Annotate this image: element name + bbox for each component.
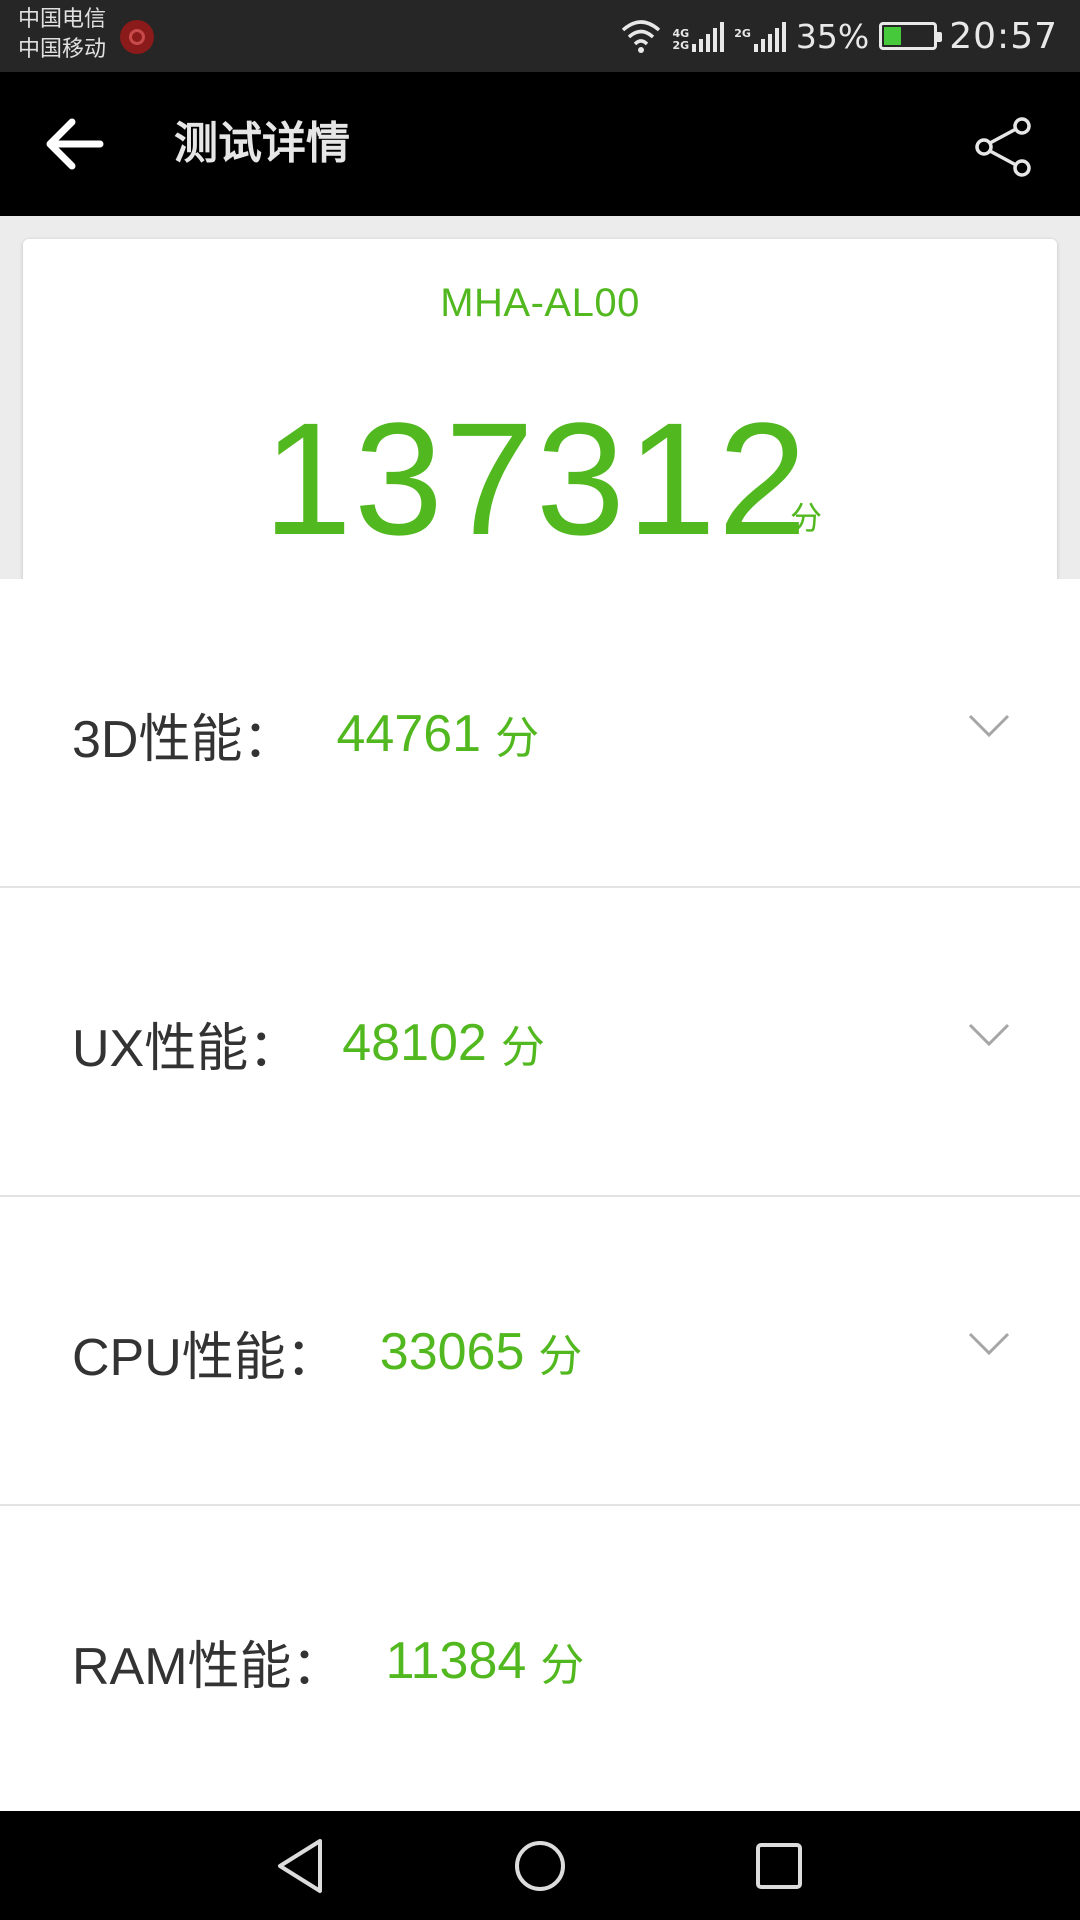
metric-unit-ux: 分: [500, 1022, 545, 1073]
signal-icon-2: 2G: [734, 20, 786, 52]
carrier-2-label: 中国移动: [18, 37, 107, 62]
metric-row-ram[interactable]: RAM性能： 11384 分: [0, 1506, 1080, 1815]
app-bar: 测试详情: [0, 72, 1080, 216]
metric-row-ux[interactable]: UX性能： 48102 分: [0, 888, 1080, 1197]
score-details-list: 3D性能： 44761 分 UX性能： 48102 分 CPU性能： 33065…: [0, 579, 1080, 1811]
metric-value-cpu: 33065: [379, 1323, 525, 1381]
page-title: 测试详情: [174, 118, 350, 169]
metric-label-ram: RAM性能：: [72, 1637, 344, 1696]
metric-value-ux: 48102: [342, 1014, 487, 1072]
nav-back-icon[interactable]: [268, 1833, 334, 1899]
battery-percent: 35%: [795, 16, 870, 56]
nav-home-icon[interactable]: [507, 1833, 573, 1899]
metric-value-ram: 11384: [385, 1632, 527, 1690]
total-score: 137312: [263, 389, 809, 568]
carrier-info: 中国电信 中国移动: [18, 5, 106, 65]
signal-icon-1: 4G 2G: [673, 20, 725, 52]
battery-charging-icon: [879, 22, 943, 50]
share-icon[interactable]: [972, 116, 1036, 178]
metric-label-ux: UX性能：: [72, 1019, 301, 1078]
carrier-1-label: 中国电信: [18, 7, 107, 32]
chevron-down-icon[interactable]: [968, 1331, 1010, 1357]
total-score-unit: 分: [790, 499, 823, 537]
chevron-down-icon[interactable]: [968, 713, 1010, 739]
score-card: MHA-AL00 137312 分: [23, 239, 1057, 599]
chevron-down-icon[interactable]: [968, 1022, 1010, 1048]
clock: 20:57: [949, 15, 1058, 57]
nav-recent-icon[interactable]: [746, 1833, 812, 1899]
carrier-badge-icon: [120, 20, 154, 54]
metric-unit-cpu: 分: [538, 1331, 583, 1382]
wifi-icon: [621, 20, 660, 53]
battery-level-fill: [884, 27, 902, 45]
metric-unit-3d: 分: [495, 713, 540, 764]
network-type-2g: 2G: [672, 39, 690, 52]
metric-row-3d[interactable]: 3D性能： 44761 分: [0, 579, 1080, 888]
metric-label-cpu: CPU性能：: [72, 1328, 338, 1387]
system-nav-bar: [0, 1811, 1080, 1920]
status-icons: 4G 2G 2G 35% 20:57: [621, 0, 1080, 72]
metric-unit-ram: 分: [540, 1640, 585, 1691]
arrow-left-icon[interactable]: [44, 116, 104, 172]
metric-value-3d: 44761: [336, 705, 482, 763]
device-model: MHA-AL00: [440, 281, 640, 325]
status-bar: 中国电信 中国移动 4G 2G 2G 35% 20:57: [0, 0, 1080, 72]
metric-label-3d: 3D性能：: [72, 710, 295, 769]
metric-row-cpu[interactable]: CPU性能： 33065 分: [0, 1197, 1080, 1506]
